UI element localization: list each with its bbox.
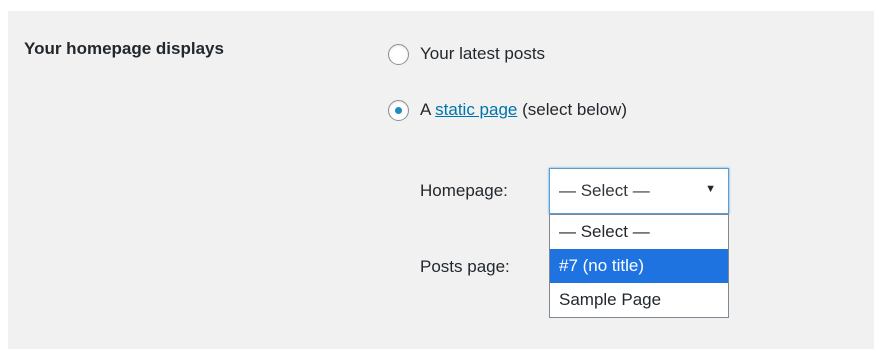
radio-static-page-suffix: (select below) bbox=[522, 100, 627, 119]
homepage-select-dropdown: — Select — #7 (no title) Sample Page bbox=[549, 214, 729, 318]
radio-static-page-label: A static page (select below) bbox=[420, 100, 627, 120]
radio-static-page[interactable] bbox=[388, 99, 409, 121]
static-page-link[interactable]: static page bbox=[435, 100, 517, 119]
posts-page-select-label: Posts page: bbox=[420, 257, 510, 276]
dropdown-option[interactable]: Sample Page bbox=[550, 283, 728, 317]
radio-latest-posts[interactable] bbox=[388, 43, 409, 65]
triangle-down-icon: ▼ bbox=[705, 183, 716, 195]
homepage-select-label: Homepage: bbox=[420, 181, 508, 200]
radio-static-page-row[interactable]: A static page (select below) bbox=[388, 98, 627, 122]
homepage-displays-label: Your homepage displays bbox=[24, 39, 224, 58]
dropdown-option[interactable]: — Select — bbox=[550, 215, 728, 249]
dropdown-option-highlighted[interactable]: #7 (no title) bbox=[550, 249, 728, 283]
radio-latest-posts-row[interactable]: Your latest posts bbox=[388, 42, 545, 66]
radio-static-page-prefix: A bbox=[420, 100, 431, 119]
homepage-select-value: — Select — bbox=[559, 181, 650, 200]
homepage-select[interactable]: — Select — ▼ bbox=[549, 168, 729, 214]
settings-panel: Your homepage displays Your latest posts… bbox=[8, 11, 874, 349]
radio-latest-posts-label[interactable]: Your latest posts bbox=[420, 44, 545, 64]
